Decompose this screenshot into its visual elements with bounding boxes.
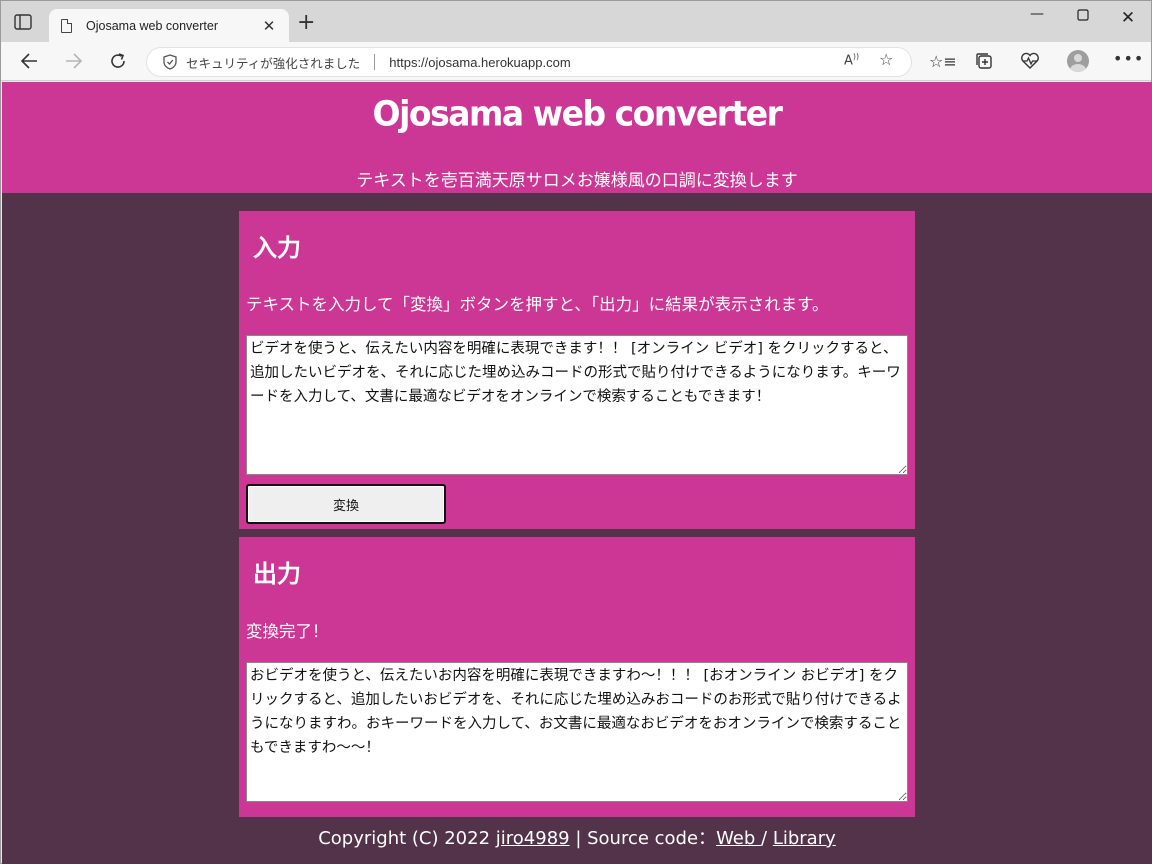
back-button[interactable] xyxy=(16,48,42,74)
minimize-button[interactable]: — xyxy=(1025,6,1049,22)
favorites-icon[interactable]: ☆≡ xyxy=(929,52,957,71)
web-source-link[interactable]: Web xyxy=(716,828,761,849)
tab-strip: Ojosama web converter ✕ + — ✕ xyxy=(1,1,1151,42)
browser-window: Ojosama web converter ✕ + — ✕ セキュリティが強化さ… xyxy=(0,0,1152,864)
reload-button[interactable] xyxy=(105,48,131,74)
site-footer: Copyright (C) 2022 jiro4989 | Source cod… xyxy=(2,824,1152,850)
source-code-label: | Source code： xyxy=(569,828,717,849)
site-title: Ojosama web converter xyxy=(372,93,783,134)
input-description: テキストを入力して「変換」ボタンを押すと、「出力」に結果が表示されます。 xyxy=(246,295,829,314)
shield-icon xyxy=(163,54,177,70)
output-section: 出力 変換完了！ おビデオを使うと、伝えたいお内容を明確に表現できますわ～！！！… xyxy=(239,537,915,817)
browser-toolbar: セキュリティが強化されました https://ojosama.herokuapp… xyxy=(1,42,1151,81)
output-heading: 出力 xyxy=(253,560,301,588)
read-aloud-icon[interactable]: A)) xyxy=(844,52,859,68)
document-icon xyxy=(61,18,72,33)
forward-arrow-icon xyxy=(66,53,83,69)
more-options-icon[interactable]: ••• xyxy=(1113,49,1143,68)
tab-close-icon[interactable]: ✕ xyxy=(261,17,277,35)
address-separator xyxy=(374,54,376,70)
maximize-icon xyxy=(1077,9,1089,21)
output-status: 変換完了！ xyxy=(246,622,329,641)
input-heading: 入力 xyxy=(253,234,301,262)
site-subtitle: テキストを壱百満天原サロメお嬢様風の口調に変換します xyxy=(356,171,798,191)
site-header: Ojosama web converter テキストを壱百満天原サロメお嬢様風の… xyxy=(2,82,1152,193)
web-page: Ojosama web converter テキストを壱百満天原サロメお嬢様風の… xyxy=(2,82,1152,864)
reload-icon xyxy=(111,53,125,68)
input-textarea[interactable]: ビデオを使うと、伝えたい内容を明確に表現できます！！ [オンライン ビデオ] を… xyxy=(246,335,908,475)
security-status-text: セキュリティが強化されました xyxy=(186,55,361,71)
copyright-text: Copyright (C) 2022 xyxy=(318,828,496,849)
profile-avatar[interactable] xyxy=(1067,50,1089,72)
tab-title: Ojosama web converter xyxy=(86,18,219,33)
author-link[interactable]: jiro4989 xyxy=(496,828,570,849)
heartbeat-icon xyxy=(1021,52,1039,69)
address-bar[interactable]: セキュリティが強化されました https://ojosama.herokuapp… xyxy=(146,47,912,77)
performance-icon[interactable] xyxy=(1019,52,1041,74)
collections-icon[interactable] xyxy=(973,52,995,74)
tab-actions-button[interactable] xyxy=(13,13,33,31)
output-textarea[interactable]: おビデオを使うと、伝えたいお内容を明確に表現できますわ～！！！ [おオンライン … xyxy=(246,662,908,802)
library-source-link[interactable]: Library xyxy=(773,828,836,849)
back-arrow-icon xyxy=(20,53,37,69)
tab-actions-icon xyxy=(14,14,32,30)
convert-button[interactable]: 変換 xyxy=(246,484,446,524)
close-window-button[interactable]: ✕ xyxy=(1116,8,1140,28)
maximize-button[interactable] xyxy=(1071,9,1095,25)
new-tab-button[interactable]: + xyxy=(297,12,315,34)
footer-slash: / xyxy=(761,828,773,849)
forward-button[interactable] xyxy=(61,48,87,74)
url-text[interactable]: https://ojosama.herokuapp.com xyxy=(389,55,570,70)
collections-glyph xyxy=(976,53,992,69)
active-tab[interactable]: Ojosama web converter ✕ xyxy=(49,9,289,42)
add-favorite-icon[interactable]: ☆ xyxy=(879,50,893,69)
input-section: 入力 テキストを入力して「変換」ボタンを押すと、「出力」に結果が表示されます。 … xyxy=(239,211,915,529)
